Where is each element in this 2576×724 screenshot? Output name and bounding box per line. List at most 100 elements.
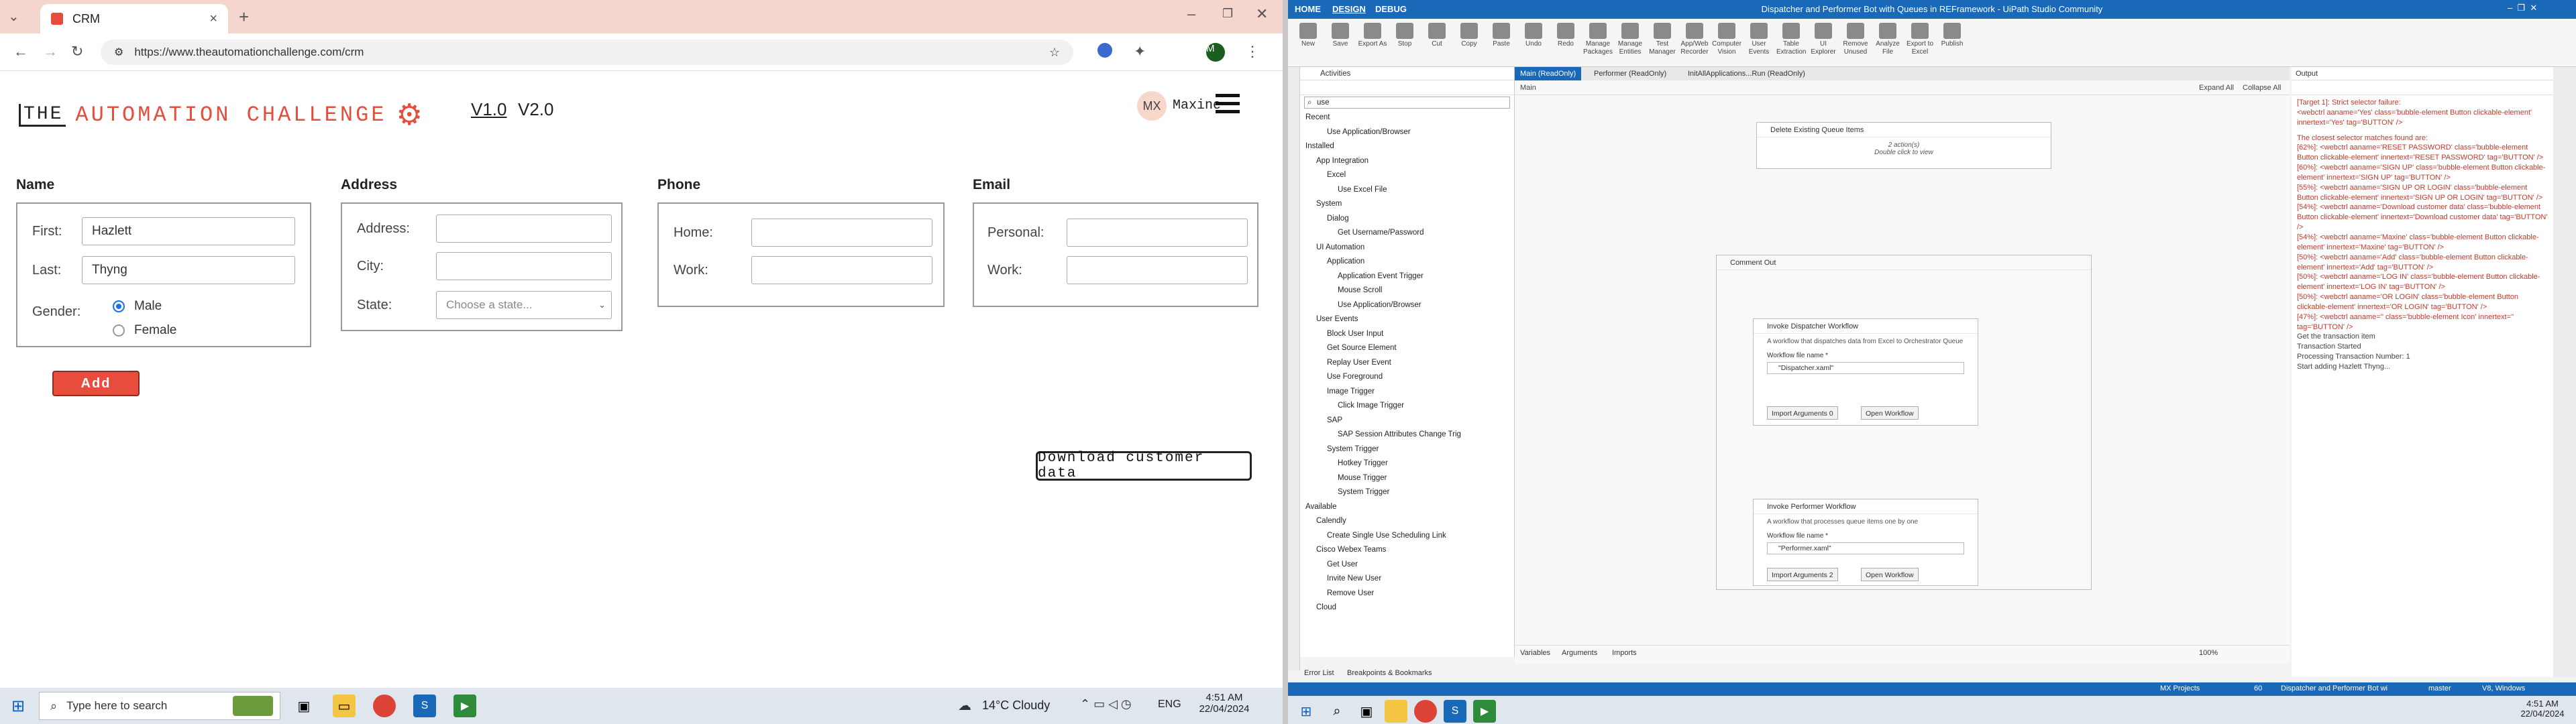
status-count[interactable]: 60 bbox=[2254, 684, 2262, 692]
activity-item[interactable]: System Trigger bbox=[1300, 442, 1514, 457]
zoom-level[interactable]: 100% bbox=[2199, 646, 2218, 660]
activity-item[interactable]: Dialog bbox=[1300, 211, 1514, 226]
add-button[interactable]: Add bbox=[52, 371, 140, 396]
activities-toolbar[interactable] bbox=[1300, 80, 1514, 95]
output-toolbar[interactable] bbox=[2292, 80, 2553, 95]
activity-item[interactable]: System Trigger bbox=[1300, 485, 1514, 499]
status-project-name[interactable]: Dispatcher and Performer Bot wi bbox=[2281, 684, 2387, 692]
tray-icons[interactable]: ⌃ ▭ ◁ ◷ bbox=[1080, 697, 1132, 711]
forward-icon[interactable]: → bbox=[43, 43, 58, 60]
address-bar[interactable]: ⚙ https://www.theautomationchallenge.com… bbox=[101, 40, 1073, 65]
ribbon-button[interactable]: Table Extraction bbox=[1776, 23, 1806, 56]
ribbon-button[interactable]: Redo bbox=[1551, 23, 1580, 48]
bookmark-star-icon[interactable]: ☆ bbox=[1049, 46, 1060, 60]
activity-item[interactable]: User Events bbox=[1300, 312, 1514, 326]
ribbon-button[interactable]: Publish bbox=[1937, 23, 1967, 48]
activity-item[interactable]: SAP Session Attributes Change Trig bbox=[1300, 427, 1514, 442]
new-tab-icon[interactable]: + bbox=[239, 7, 249, 27]
breadcrumb-main[interactable]: Main bbox=[1520, 80, 1536, 95]
activity-item[interactable]: Replay User Event bbox=[1300, 355, 1514, 370]
expand-all-link[interactable]: Expand All bbox=[2199, 80, 2234, 95]
site-info-icon[interactable]: ⚙ bbox=[114, 46, 123, 59]
error-list-tab[interactable]: Error List bbox=[1304, 664, 1334, 682]
activity-item[interactable]: UI Automation bbox=[1300, 240, 1514, 255]
work-email-input[interactable] bbox=[1067, 256, 1248, 284]
collapse-all-link[interactable]: Collapse All bbox=[2243, 80, 2281, 95]
dispatcher-import-args-button[interactable]: Import Arguments 0 bbox=[1767, 406, 1838, 420]
reload-icon[interactable]: ↻ bbox=[71, 43, 83, 60]
tab-search-icon[interactable]: ⌄ bbox=[8, 8, 19, 25]
activity-item[interactable]: Available bbox=[1300, 499, 1514, 514]
profile-avatar[interactable]: M bbox=[1206, 43, 1225, 62]
studio-app-icon[interactable]: S bbox=[413, 695, 436, 717]
activity-item[interactable]: Get User bbox=[1300, 557, 1514, 572]
user-avatar[interactable]: MX bbox=[1137, 91, 1167, 121]
dispatcher-file-input[interactable]: "Dispatcher.xaml" bbox=[1767, 362, 1964, 374]
activity-item[interactable]: SAP bbox=[1300, 413, 1514, 428]
ribbon-button[interactable]: Cut bbox=[1422, 23, 1452, 48]
ribbon-button[interactable]: UI Explorer bbox=[1809, 23, 1838, 56]
clock[interactable]: 4:51 AM 22/04/2024 bbox=[2516, 699, 2569, 719]
gender-male-option[interactable]: Male bbox=[113, 299, 162, 314]
activity-item[interactable]: Application bbox=[1300, 254, 1514, 269]
ribbon-button[interactable]: Copy bbox=[1454, 23, 1484, 48]
ribbon-button[interactable]: Manage Packages bbox=[1583, 23, 1613, 56]
download-customer-data-button[interactable]: Download customer data bbox=[1036, 450, 1252, 481]
ribbon-button[interactable]: Test Manager bbox=[1648, 23, 1677, 56]
activity-item[interactable]: Use Excel File bbox=[1300, 182, 1514, 197]
extension-icon[interactable] bbox=[1097, 43, 1112, 58]
studio-app-icon[interactable]: S bbox=[1444, 700, 1466, 723]
activity-item[interactable]: Mouse Trigger bbox=[1300, 471, 1514, 485]
task-view-icon[interactable]: ▣ bbox=[1355, 700, 1378, 723]
breakpoints-tab[interactable]: Breakpoints & Bookmarks bbox=[1347, 664, 1432, 682]
performer-open-workflow-button[interactable]: Open Workflow bbox=[1861, 568, 1919, 581]
close-tab-icon[interactable]: × bbox=[209, 11, 217, 27]
activity-item[interactable]: Create Single Use Scheduling Link bbox=[1300, 528, 1514, 543]
activity-item[interactable]: Cloud bbox=[1300, 600, 1514, 615]
work-phone-input[interactable] bbox=[751, 256, 932, 284]
user-name[interactable]: Maxine bbox=[1173, 98, 1221, 113]
doc-tab-performer[interactable]: Performer (ReadOnly) bbox=[1589, 67, 1672, 80]
hamburger-menu-icon[interactable] bbox=[1216, 94, 1240, 118]
maximize-icon[interactable]: ❐ bbox=[1222, 7, 1233, 21]
task-view-icon[interactable]: ▣ bbox=[292, 695, 315, 717]
ribbon-button[interactable]: Export As bbox=[1358, 23, 1387, 48]
version-v2-link[interactable]: V2.0 bbox=[518, 99, 554, 120]
status-version[interactable]: V8, Windows bbox=[2482, 684, 2525, 692]
personal-email-input[interactable] bbox=[1067, 219, 1248, 247]
back-icon[interactable]: ← bbox=[13, 43, 28, 60]
ribbon-button[interactable]: Manage Entities bbox=[1615, 23, 1645, 56]
activity-item[interactable]: System bbox=[1300, 196, 1514, 211]
ribbon-button[interactable]: New bbox=[1293, 23, 1323, 48]
robot-app-icon[interactable]: ▶ bbox=[453, 695, 476, 717]
ribbon-button[interactable]: Undo bbox=[1519, 23, 1548, 48]
file-explorer-icon[interactable]: ▭ bbox=[333, 695, 356, 717]
chrome-icon[interactable] bbox=[373, 695, 396, 717]
state-select[interactable]: Choose a state... ⌄ bbox=[436, 291, 612, 319]
clock[interactable]: 4:51 AM 22/04/2024 bbox=[1194, 692, 1254, 715]
robot-app-icon[interactable]: ▶ bbox=[1473, 700, 1496, 723]
ribbon-button[interactable]: Analyze File bbox=[1873, 23, 1902, 56]
ribbon-button[interactable]: Save bbox=[1326, 23, 1355, 48]
activity-item[interactable]: Click Image Trigger bbox=[1300, 398, 1514, 413]
gender-female-option[interactable]: Female bbox=[113, 323, 176, 338]
studio-window-controls[interactable]: – ❐ ✕ bbox=[2508, 3, 2537, 13]
activity-item[interactable]: Cisco Webex Teams bbox=[1300, 542, 1514, 557]
first-name-input[interactable]: Hazlett bbox=[82, 217, 295, 245]
last-name-input[interactable]: Thyng bbox=[82, 256, 295, 284]
windows-start-icon[interactable]: ⊞ bbox=[1295, 700, 1318, 723]
arguments-tab[interactable]: Arguments bbox=[1562, 646, 1597, 660]
delete-queue-items-activity[interactable]: Delete Existing Queue Items 2 action(s) … bbox=[1756, 122, 2051, 169]
weather-text[interactable]: 14°C Cloudy bbox=[982, 699, 1050, 713]
invoke-dispatcher-activity[interactable]: Invoke Dispatcher Workflow A workflow th… bbox=[1753, 318, 1978, 426]
ribbon-button[interactable]: Stop bbox=[1390, 23, 1419, 48]
ribbon-button[interactable]: App/Web Recorder bbox=[1680, 23, 1709, 56]
activity-item[interactable]: Application Event Trigger bbox=[1300, 269, 1514, 284]
right-dock-tabs[interactable] bbox=[2553, 67, 2576, 677]
chrome-menu-icon[interactable]: ⋮ bbox=[1245, 43, 1260, 60]
address-input[interactable] bbox=[436, 215, 612, 243]
activity-item[interactable]: Remove User bbox=[1300, 586, 1514, 601]
activities-search-input[interactable]: ⌕ use bbox=[1304, 97, 1510, 109]
activity-item[interactable]: Hotkey Trigger bbox=[1300, 456, 1514, 471]
ribbon-button[interactable]: Remove Unused bbox=[1841, 23, 1870, 56]
